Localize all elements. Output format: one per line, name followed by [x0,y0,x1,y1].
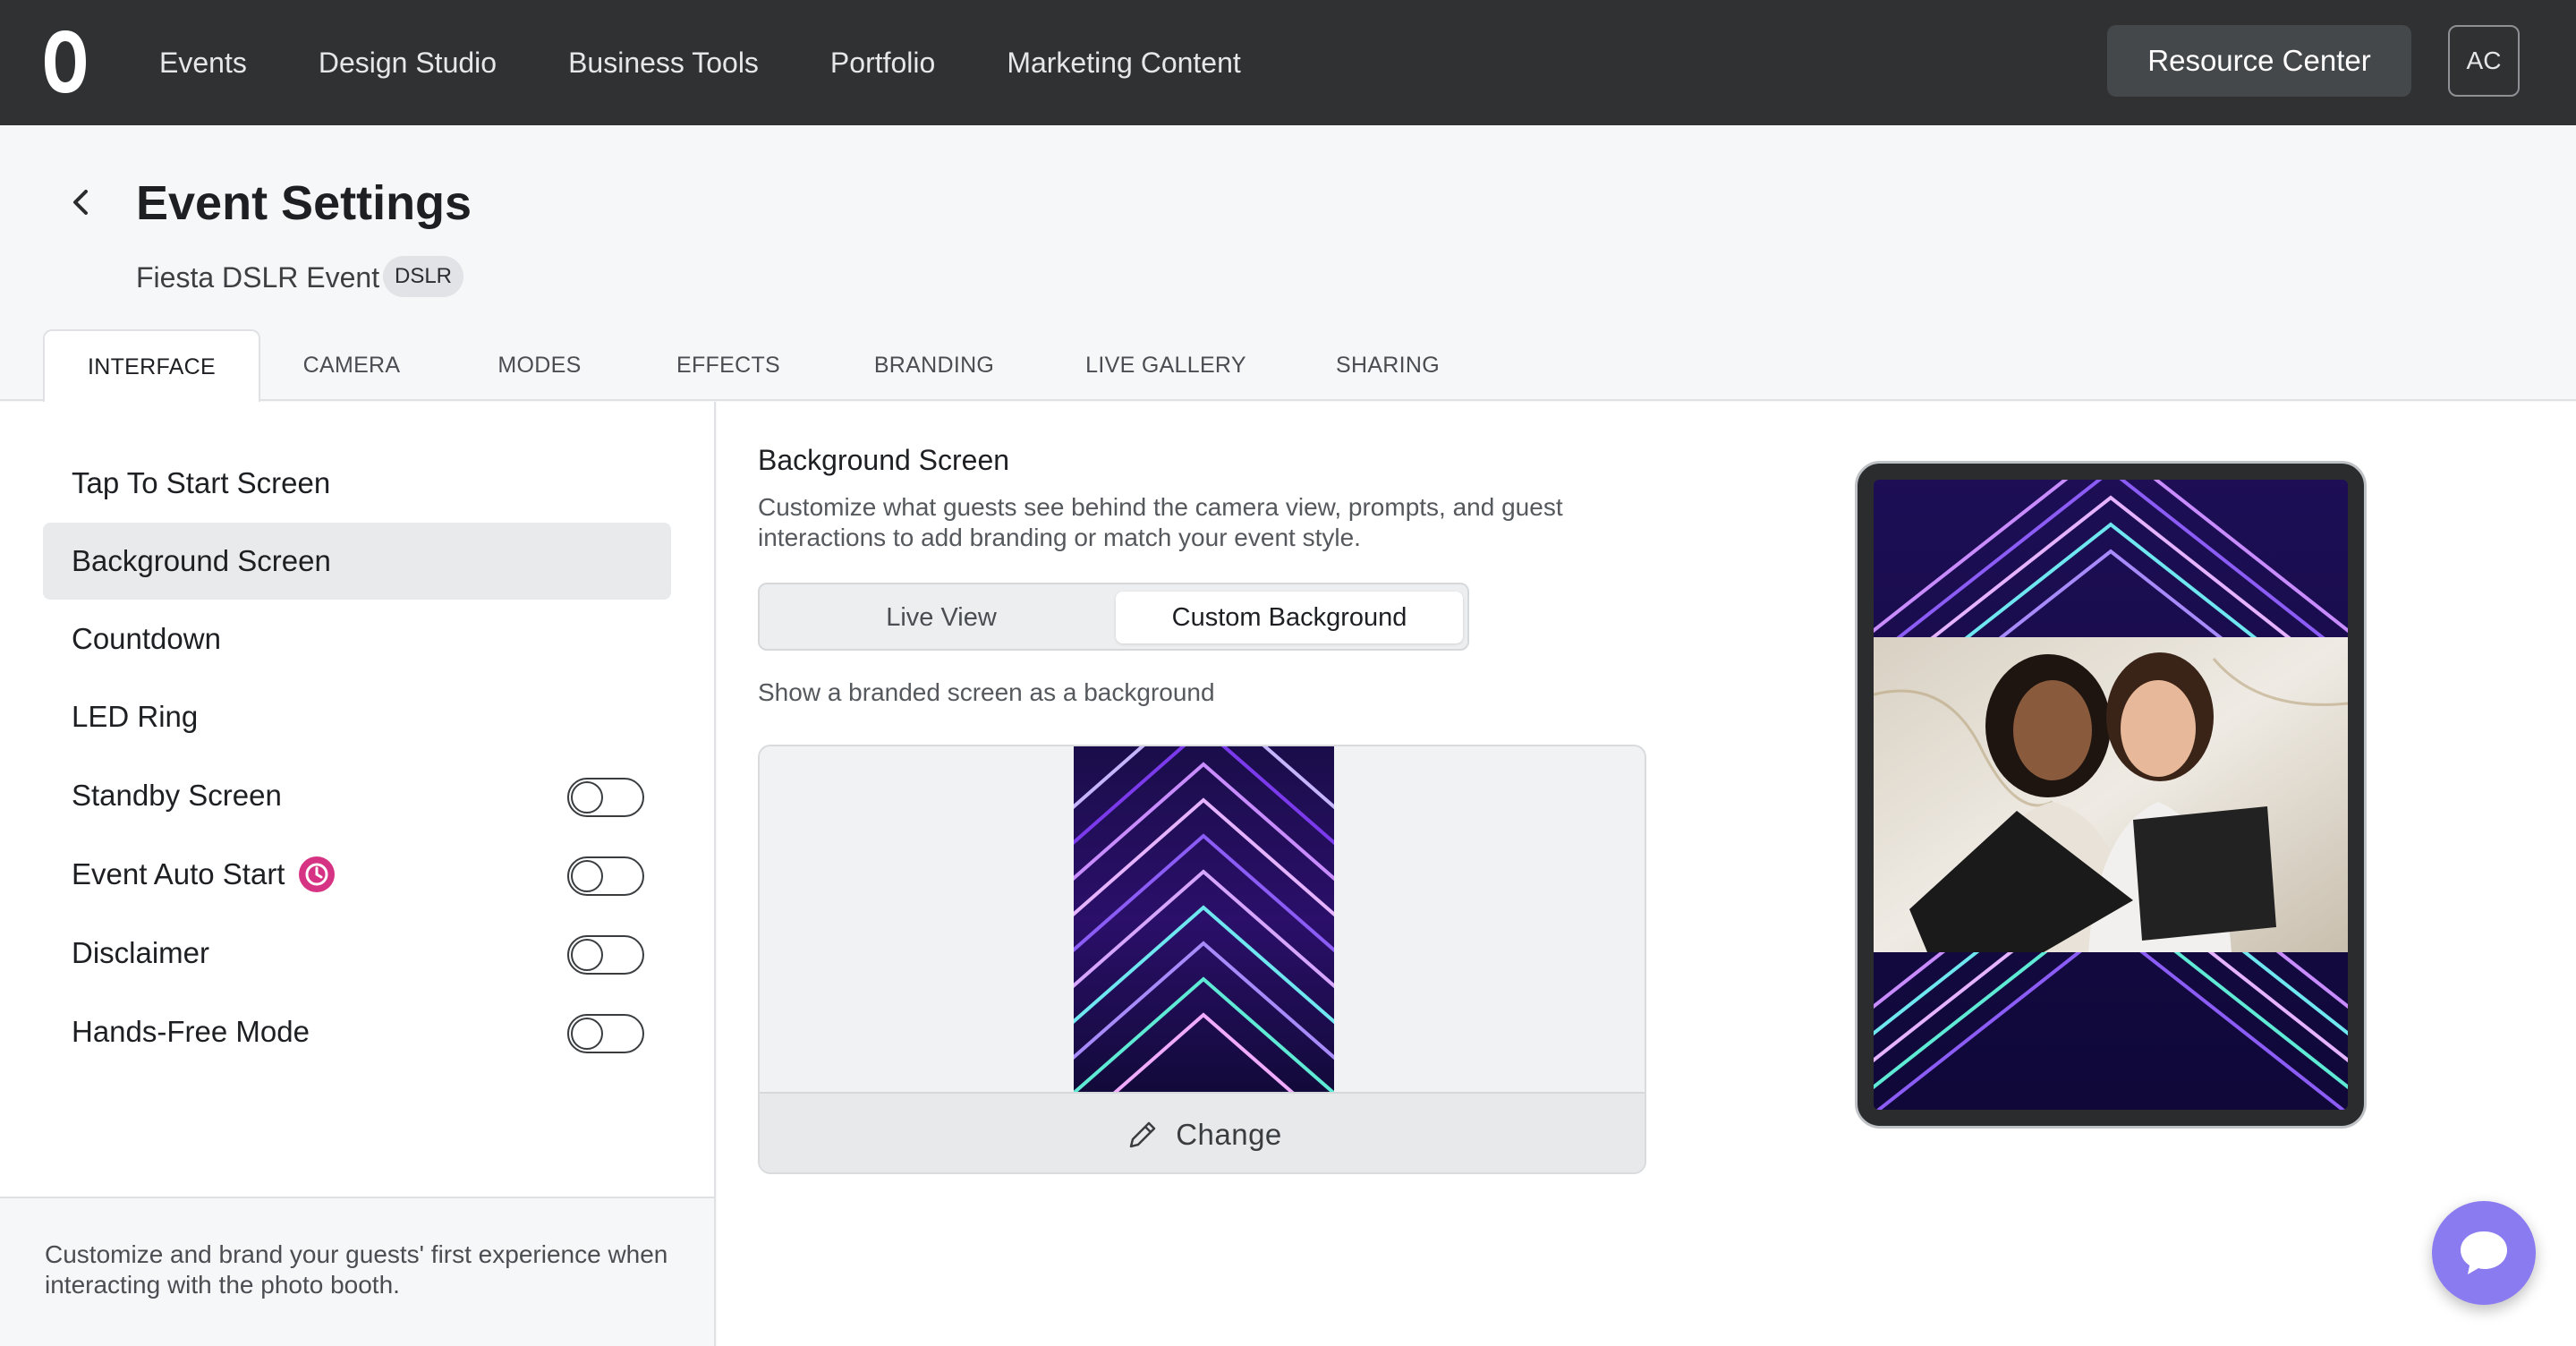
show-background-label: Show a branded screen as a background [758,678,1215,706]
back-arrow-icon[interactable] [63,184,98,220]
sidebar-item-countdown[interactable]: Countdown [43,601,671,677]
nav-item-portfolio[interactable]: Portfolio [830,47,935,80]
sidebar-item-label: Background Screen [72,544,331,577]
clock-icon [299,856,336,892]
standby-screen-toggle[interactable] [567,778,644,817]
toggle-knob [571,939,603,971]
page-title: Event Settings [136,176,472,230]
tab-live-gallery[interactable]: LIVE GALLERY [1061,329,1271,401]
segment-live-view[interactable]: Live View [767,592,1116,643]
background-image-preview [1074,746,1334,1092]
tab-interface[interactable]: INTERFACE [43,329,260,403]
settings-tabs: INTERFACE CAMERA MODES EFFECTS BRANDING … [0,329,2576,403]
chat-bubble-icon [2461,1231,2507,1274]
chat-support-button[interactable] [2432,1201,2536,1305]
change-label: Change [1176,1118,1282,1151]
background-preview-card: Change [758,745,1646,1174]
sidebar-item-label: Event Auto Start [72,857,285,890]
nav-item-business-tools[interactable]: Business Tools [568,47,759,80]
sidebar-item-hands-free-mode[interactable]: Hands-Free Mode [43,993,671,1070]
section-description: Customize what guests see behind the cam… [758,493,1563,551]
toggle-knob [571,860,603,892]
sidebar-item-label: LED Ring [72,700,199,733]
event-name: Fiesta DSLR Event [136,261,380,294]
nav-item-events[interactable]: Events [159,47,247,80]
sidebar-item-label: Disclaimer [72,936,210,969]
nav-item-marketing-content[interactable]: Marketing Content [1007,47,1240,80]
tab-sharing[interactable]: SHARING [1308,329,1467,401]
toggle-knob [571,1018,603,1050]
sidebar-item-label: Countdown [72,622,221,655]
nav-menu: Events Design Studio Business Tools Port… [159,0,1313,125]
sidebar-item-event-auto-start[interactable]: Event Auto Start [43,836,671,913]
tablet-screen-preview [1874,480,2348,1110]
sidebar-footer-hint: Customize and brand your guests' first e… [0,1197,714,1346]
sidebar-item-disclaimer[interactable]: Disclaimer [43,915,671,992]
tab-effects[interactable]: EFFECTS [644,329,812,401]
sidebar-item-background-screen[interactable]: Background Screen [43,523,671,600]
background-mode-segmented-control: Live View Custom Background [758,583,1469,651]
sidebar-item-label: Hands-Free Mode [72,1015,310,1048]
nav-item-design-studio[interactable]: Design Studio [319,47,497,80]
tablet-preview [1855,461,2367,1129]
resource-center-button[interactable]: Resource Center [2107,25,2411,97]
interface-sidebar: Tap To Start Screen Background Screen Co… [0,402,716,1346]
sidebar-item-label: Standby Screen [72,779,282,812]
hands-free-mode-toggle[interactable] [567,1014,644,1053]
tab-branding[interactable]: BRANDING [850,329,1018,401]
brand-logo-icon[interactable] [41,27,89,97]
sidebar-item-led-ring[interactable]: LED Ring [43,678,671,755]
change-background-button[interactable]: Change [760,1092,1645,1172]
sidebar-item-label: Tap To Start Screen [72,466,331,499]
sidebar-item-tap-to-start[interactable]: Tap To Start Screen [43,445,671,522]
disclaimer-toggle[interactable] [567,935,644,975]
section-title: Background Screen [758,444,1010,476]
tab-modes[interactable]: MODES [465,329,614,401]
toggle-knob [571,781,603,814]
top-navbar: Events Design Studio Business Tools Port… [0,0,2576,125]
segment-custom-background[interactable]: Custom Background [1116,592,1463,643]
event-auto-start-toggle[interactable] [567,856,644,896]
pencil-icon [1129,1121,1156,1148]
tab-camera[interactable]: CAMERA [268,329,435,401]
user-avatar[interactable]: AC [2448,25,2520,97]
sidebar-item-standby-screen[interactable]: Standby Screen [43,757,671,834]
camera-type-badge: DSLR [383,256,463,297]
